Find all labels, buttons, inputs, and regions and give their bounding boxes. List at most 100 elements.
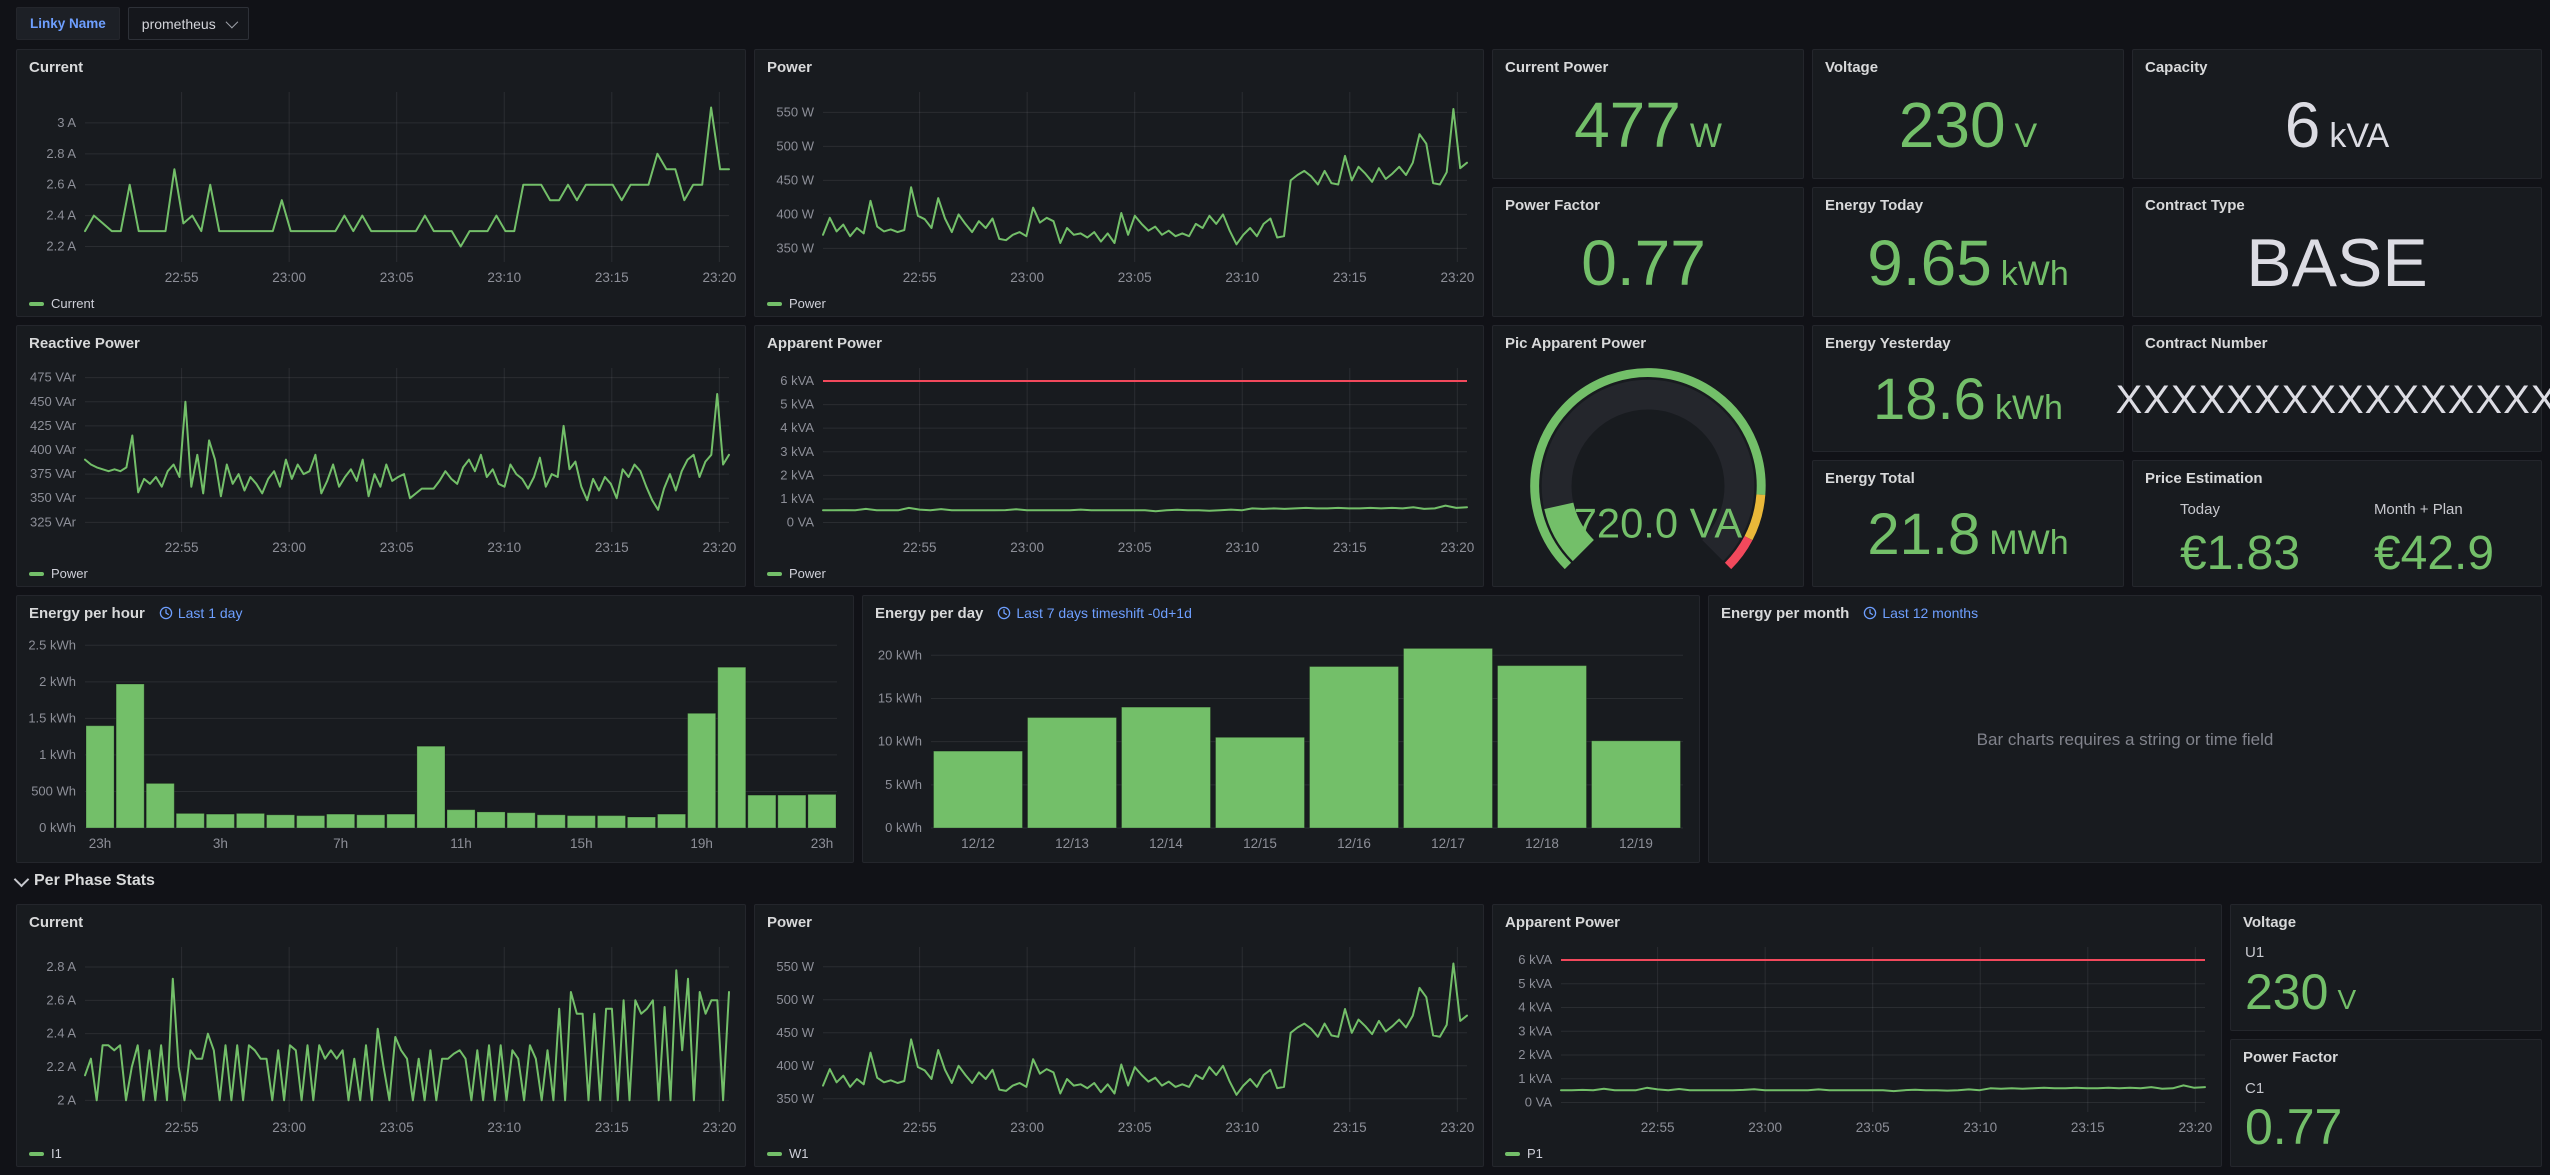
svg-text:23:15: 23:15 — [1333, 540, 1367, 555]
panel-pic-apparent-gauge: Pic Apparent Power 720.0 VA — [1492, 325, 1804, 587]
panel-power-factor-stat: Power Factor 0.77 — [1492, 187, 1804, 317]
power-phase1-chart[interactable]: 350 W400 W450 W500 W550 W22:5523:0023:05… — [761, 937, 1477, 1140]
svg-text:2.8 A: 2.8 A — [46, 146, 76, 161]
panel-title[interactable]: Capacity — [2145, 59, 2208, 76]
time-range-link[interactable]: Last 7 days timeshift -0d+1d — [997, 605, 1192, 621]
legend-item[interactable]: Power — [767, 296, 826, 311]
current-chart[interactable]: 2.2 A2.4 A2.6 A2.8 A3 A22:5523:0023:0523… — [23, 82, 739, 290]
legend-item[interactable]: Power — [767, 566, 826, 581]
svg-text:23:10: 23:10 — [487, 540, 521, 555]
current-phase1-chart[interactable]: 2 A2.2 A2.4 A2.6 A2.8 A22:5523:0023:0523… — [23, 937, 739, 1140]
legend-item[interactable]: P1 — [1505, 1146, 1543, 1161]
time-range-link[interactable]: Last 12 months — [1863, 605, 1978, 621]
panel-title[interactable]: Current — [29, 914, 83, 931]
energy-per-day-chart[interactable]: 0 kWh5 kWh10 kWh15 kWh20 kWh12/1212/1312… — [869, 628, 1693, 856]
clock-icon — [997, 606, 1011, 620]
svg-text:325 VAr: 325 VAr — [30, 514, 77, 529]
panel-title[interactable]: Apparent Power — [767, 335, 882, 352]
panel-title[interactable]: Energy Today — [1825, 197, 1923, 214]
legend-item[interactable]: Power — [29, 566, 88, 581]
stat-value: 21.8MWh — [1867, 506, 2068, 564]
stat-value: 0.77 — [2245, 1102, 2533, 1152]
svg-text:2 kVA: 2 kVA — [1518, 1047, 1552, 1062]
svg-text:23:15: 23:15 — [1333, 1120, 1367, 1135]
stat-value: 230V — [1899, 93, 2037, 157]
svg-text:23:05: 23:05 — [1856, 1120, 1890, 1135]
apparent-phase1-chart[interactable]: 0 VA1 kVA2 kVA3 kVA4 kVA5 kVA6 kVA22:552… — [1499, 937, 2215, 1140]
series-swatch — [767, 1152, 782, 1156]
svg-text:23:20: 23:20 — [1440, 270, 1474, 285]
panel-title[interactable]: Contract Number — [2145, 335, 2268, 352]
panel-title[interactable]: Power Factor — [1505, 197, 1600, 214]
svg-text:23:05: 23:05 — [380, 1120, 414, 1135]
svg-text:23:00: 23:00 — [1010, 270, 1044, 285]
variable-label[interactable]: Linky Name — [16, 7, 120, 40]
panel-title[interactable]: Current Power — [1505, 59, 1608, 76]
panel-title[interactable]: Apparent Power — [1505, 914, 1620, 931]
panel-current-power-stat: Current Power 477W — [1492, 49, 1804, 179]
svg-text:4 kVA: 4 kVA — [1518, 1000, 1552, 1015]
series-swatch — [29, 1152, 44, 1156]
legend-item[interactable]: I1 — [29, 1146, 62, 1161]
time-range-link[interactable]: Last 1 day — [159, 605, 243, 621]
variable-bar: Linky Name prometheus — [16, 7, 249, 40]
svg-text:22:55: 22:55 — [1641, 1120, 1675, 1135]
svg-text:23:15: 23:15 — [595, 270, 629, 285]
panel-price-estimation: Price Estimation Today €1.83 Month + Pla… — [2132, 460, 2542, 587]
panel-title[interactable]: Voltage — [2243, 914, 2296, 931]
series-swatch — [767, 302, 782, 306]
panel-title[interactable]: Energy per hour — [29, 605, 145, 622]
stat-value: 18.6kWh — [1873, 371, 2063, 429]
panel-title[interactable]: Energy per month — [1721, 605, 1849, 622]
svg-text:350 W: 350 W — [776, 1091, 814, 1106]
svg-text:23:20: 23:20 — [702, 270, 736, 285]
svg-text:23:20: 23:20 — [702, 540, 736, 555]
panel-title[interactable]: Pic Apparent Power — [1505, 335, 1646, 352]
panel-power-phase1: Power 350 W400 W450 W500 W550 W22:5523:0… — [754, 904, 1484, 1167]
empty-chart-message: Bar charts requires a string or time fie… — [1717, 626, 2533, 854]
panel-title[interactable]: Energy Yesterday — [1825, 335, 1951, 352]
power-chart[interactable]: 350 W400 W450 W500 W550 W22:5523:0023:05… — [761, 82, 1477, 290]
legend-item[interactable]: Current — [29, 296, 94, 311]
svg-text:450 W: 450 W — [776, 1025, 814, 1040]
panel-title[interactable]: Energy per day — [875, 605, 983, 622]
panel-voltage-stat: Voltage 230V — [1812, 49, 2124, 179]
series-swatch — [1505, 1152, 1520, 1156]
panel-title[interactable]: Power Factor — [2243, 1049, 2338, 1066]
svg-text:23:00: 23:00 — [1010, 1120, 1044, 1135]
svg-text:400 W: 400 W — [776, 206, 814, 221]
panel-title[interactable]: Energy Total — [1825, 470, 1915, 487]
price-month-plan: Month + Plan €42.9 — [2374, 501, 2494, 578]
panel-title[interactable]: Voltage — [1825, 59, 1878, 76]
svg-text:0 VA: 0 VA — [787, 515, 815, 530]
svg-text:550 W: 550 W — [776, 959, 814, 974]
svg-text:15 kWh: 15 kWh — [878, 690, 922, 705]
svg-text:12/16: 12/16 — [1337, 836, 1371, 851]
svg-text:23:10: 23:10 — [1963, 1120, 1997, 1135]
panel-title[interactable]: Reactive Power — [29, 335, 140, 352]
svg-text:22:55: 22:55 — [903, 540, 937, 555]
energy-per-hour-chart[interactable]: 0 kWh500 Wh1 kWh1.5 kWh2 kWh2.5 kWh23h3h… — [23, 628, 847, 856]
svg-text:10 kWh: 10 kWh — [878, 734, 922, 749]
panel-title[interactable]: Price Estimation — [2145, 470, 2263, 487]
svg-text:23:00: 23:00 — [1748, 1120, 1782, 1135]
svg-text:12/15: 12/15 — [1243, 836, 1277, 851]
panel-title[interactable]: Current — [29, 59, 83, 76]
panel-title[interactable]: Power — [767, 914, 812, 931]
svg-text:22:55: 22:55 — [165, 540, 199, 555]
svg-text:11h: 11h — [450, 836, 472, 851]
apparent-power-chart[interactable]: 0 VA1 kVA2 kVA3 kVA4 kVA5 kVA6 kVA22:552… — [761, 358, 1477, 560]
panel-title[interactable]: Contract Type — [2145, 197, 2245, 214]
svg-text:22:55: 22:55 — [903, 1120, 937, 1135]
datasource-dropdown[interactable]: prometheus — [128, 7, 249, 40]
svg-text:1 kWh: 1 kWh — [39, 747, 76, 762]
svg-text:550 W: 550 W — [776, 104, 814, 119]
stat-value: 6kVA — [2285, 93, 2389, 157]
reactive-power-chart[interactable]: 325 VAr350 VAr375 VAr400 VAr425 VAr450 V… — [23, 358, 739, 560]
legend-item[interactable]: W1 — [767, 1146, 809, 1161]
svg-text:12/14: 12/14 — [1149, 836, 1183, 851]
panel-apparent-power: Apparent Power 0 VA1 kVA2 kVA3 kVA4 kVA5… — [754, 325, 1484, 587]
svg-text:12/12: 12/12 — [961, 836, 995, 851]
row-per-phase-stats[interactable]: Per Phase Stats — [16, 872, 155, 890]
panel-title[interactable]: Power — [767, 59, 812, 76]
